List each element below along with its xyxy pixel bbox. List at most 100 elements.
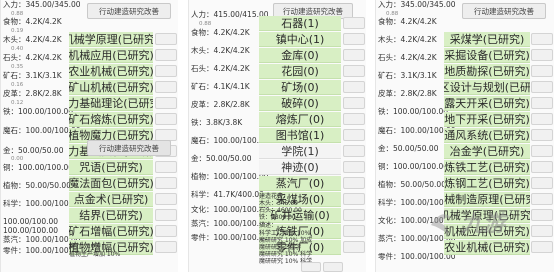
info-button[interactable] [531,225,553,237]
info-button[interactable] [155,113,177,125]
resource-value: 石头：4.2K/4.2K [191,64,250,73]
resource-value: 铁：3.8K/3.8K [191,118,243,127]
list-item[interactable]: 石器(1) [259,16,341,31]
list-item[interactable]: 魔力基础理论(已研究) [69,96,153,111]
list-item[interactable]: 结界(已研究) [69,208,153,223]
list-item[interactable]: 矿区设计与规划(已研究) [444,80,530,95]
list-item[interactable]: 学院(1) [259,144,341,159]
info-button[interactable] [531,145,553,157]
info-button[interactable] [531,209,553,221]
info-button[interactable] [343,241,365,253]
watermark-text: 九游 [461,212,506,237]
resource-value: 植物：50.00/50.00 [378,180,446,189]
note-line: 植物生产增加 10% [69,251,121,258]
resource-value: 矿石：3.1K/3.1K [378,71,437,80]
info-button[interactable] [155,241,177,253]
list-item[interactable]: 破碎(0) [259,96,341,111]
bottom-left-button[interactable] [301,262,321,272]
list-item[interactable]: 蒸汽厂(0) [259,176,341,191]
list-item[interactable]: 采掘设备(已研究) [444,48,530,63]
info-button[interactable] [531,161,553,173]
info-button[interactable] [155,225,177,237]
info-button[interactable] [343,161,365,173]
resource-value: 食物：4.2K/4.2K [378,17,437,26]
info-button[interactable] [343,49,365,61]
list-item[interactable]: 采煤学(已研究) [444,32,530,47]
resource-value: 食物：4.2K/4.2K [3,17,62,26]
info-button[interactable] [155,193,177,205]
info-button[interactable] [531,81,553,93]
resource-value: 科学：41.7K/400.00 [191,190,264,199]
info-button[interactable] [155,177,177,189]
list-item[interactable]: 金库(0) [259,48,341,63]
list-item[interactable]: 图书馆(1) [259,128,341,143]
list-item[interactable]: 矿石增幅(已研究) [69,224,153,239]
list-item[interactable]: 机械学原理(已研究) [69,32,153,47]
resource-value: 入力：345.00/345.00 [378,0,456,9]
resource-value: 食物：4.2K/4.2K [191,28,250,37]
info-button[interactable] [343,113,365,125]
list-item[interactable]: 矿山机械(已研究) [69,80,153,95]
resource-value: 金：50.00/50.00 [3,146,64,155]
list-item[interactable]: 点金术(已研究) [69,192,153,207]
info-button[interactable] [531,65,553,77]
tab-bar-button[interactable]: 行动建造研究改善 [87,3,171,19]
info-button[interactable] [531,113,553,125]
info-line: 魔研研究 10% 加成 [259,237,313,244]
list-item[interactable]: 熔炼厂(0) [259,112,341,127]
list-item[interactable]: 镇中心(1) [259,32,341,47]
info-button[interactable] [343,81,365,93]
list-item[interactable]: 咒语(已研究) [69,160,153,175]
resource-value: 木头：4.2K/4.2K [191,46,250,55]
overlay-button[interactable]: 行动建造研究改善 [87,140,171,156]
list-item[interactable]: 矿场(0) [259,80,341,95]
info-button[interactable] [531,241,553,253]
info-button[interactable] [155,33,177,45]
resource-value: 蒸汽：100.00/100.00 [191,219,269,228]
list-item[interactable]: 花园(0) [259,64,341,79]
info-button[interactable] [155,49,177,61]
info-button[interactable] [343,209,365,221]
list-item[interactable]: 炼钢工艺(已研究) [444,176,530,191]
list-item[interactable]: 通风系统(已研究) [444,128,530,143]
info-button[interactable] [531,129,553,141]
list-item[interactable]: 地质勘探(已研究) [444,64,530,79]
info-button[interactable] [343,177,365,189]
resource-list: 入力：345.00/345.00 0.88 食物：4.2K/4.2K 0.19 木头：4… [1,0,81,272]
list-item[interactable]: 矿石熔炼(已研究) [69,112,153,127]
info-button[interactable] [343,129,365,141]
info-button[interactable] [531,193,553,205]
list-item[interactable]: 炼铁工艺(已研究) [444,160,530,175]
info-button[interactable] [531,177,553,189]
list-item[interactable]: 地下开采(已研究) [444,112,530,127]
info-button[interactable] [531,33,553,45]
info-button[interactable] [343,65,365,77]
info-button[interactable] [343,33,365,45]
info-button[interactable] [155,97,177,109]
list-item[interactable]: 魔法面包(已研究) [69,176,153,191]
info-button[interactable] [531,49,553,61]
info-button[interactable] [531,97,553,109]
resource-value: 植物：100.00/100.00 [191,172,269,181]
resource-list: 人力：415.00/415.00 0.88 食物：4.2K/4.2K 木头：4.2K/… [189,0,269,272]
resource-value: 铜：100.00/100.00 [378,162,449,171]
resource-value: 矿石：4.1K/4.1K [191,82,250,91]
info-button[interactable] [343,97,365,109]
resource-value: 魔石：100.00/100.00 [191,136,269,145]
list-item[interactable]: 机械应用(已研究) [69,48,153,63]
bottom-right-button[interactable] [323,262,343,272]
list-item[interactable]: 神迹(0) [259,160,341,175]
list-item[interactable]: 冶金学(已研究) [444,144,530,159]
info-button[interactable] [343,193,365,205]
info-button[interactable] [155,65,177,77]
info-button[interactable] [155,161,177,173]
info-button[interactable] [155,209,177,221]
note-line: 魔力：10% [69,243,101,250]
info-button[interactable] [343,17,365,29]
list-item[interactable]: 农业机械(已研究) [69,64,153,79]
info-button[interactable] [155,81,177,93]
info-button[interactable] [343,145,365,157]
tab-bar-button[interactable]: 行动建造研究改善 [462,3,546,19]
list-item[interactable]: 露天开采(已研究) [444,96,530,111]
info-button[interactable] [343,225,365,237]
